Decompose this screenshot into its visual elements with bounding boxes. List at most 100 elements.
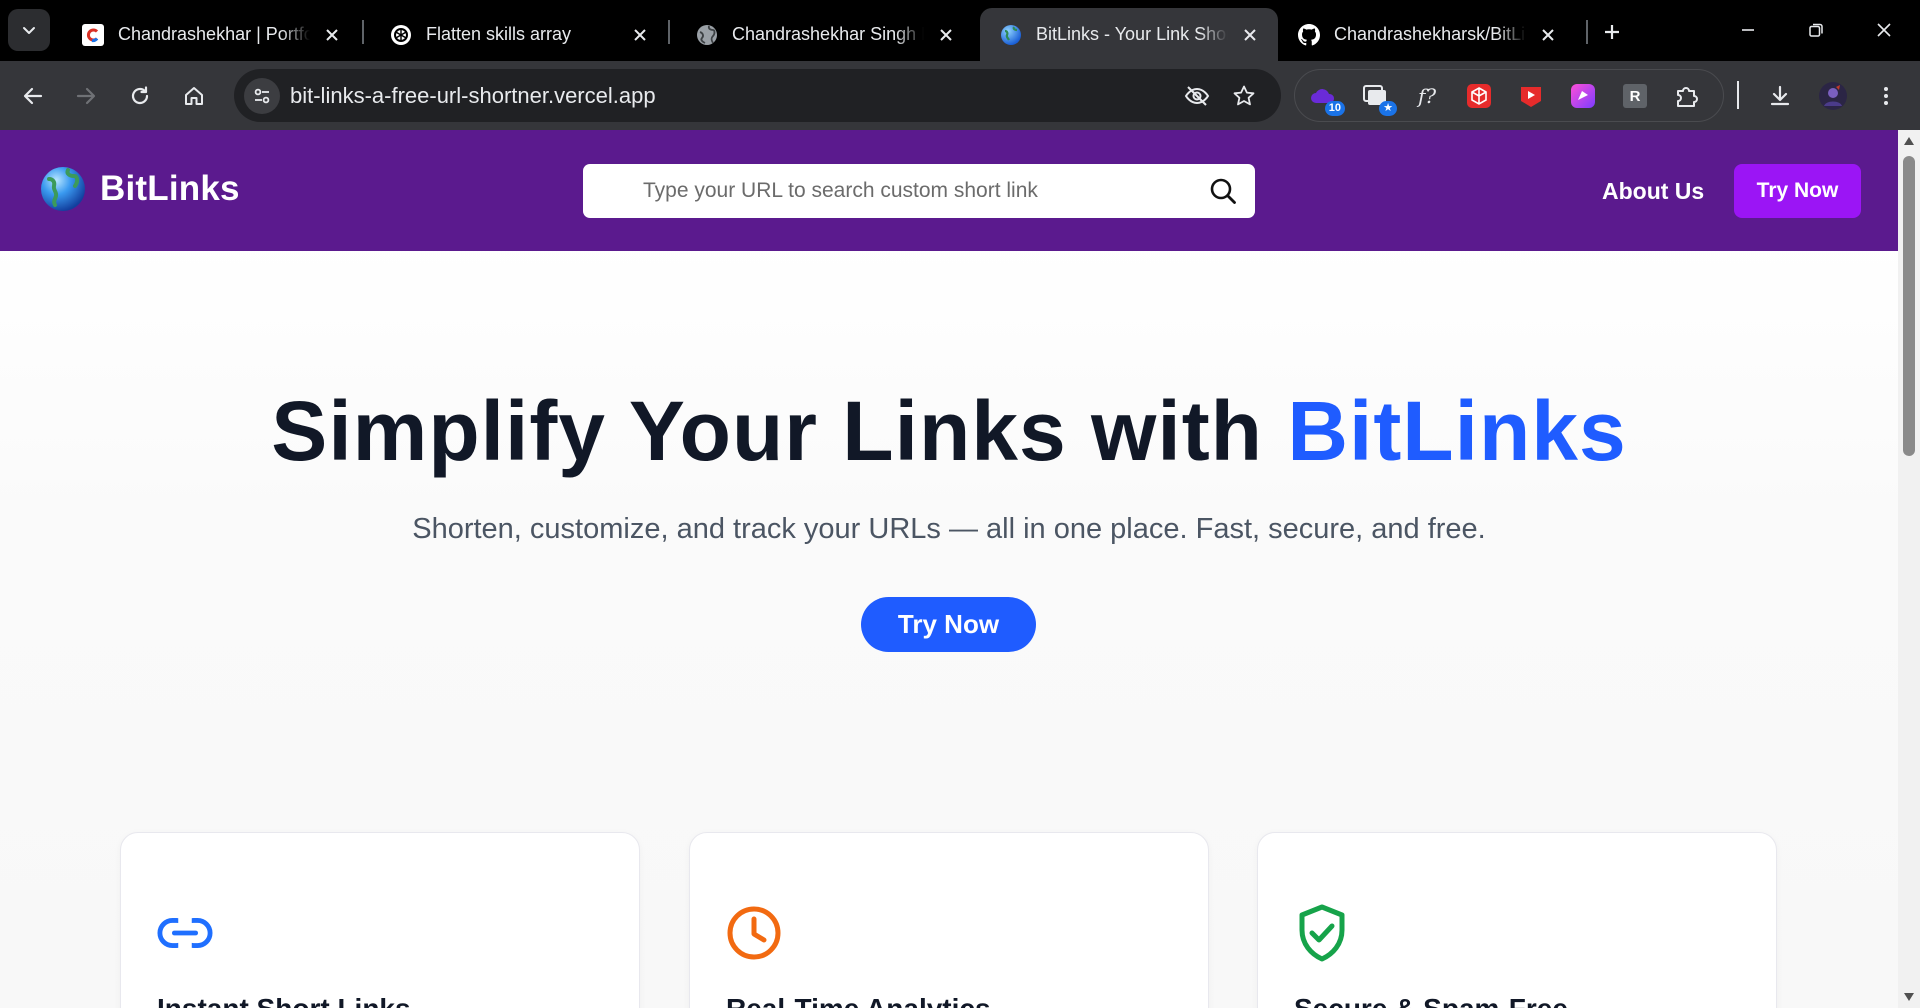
shield-check-icon xyxy=(1294,904,1350,962)
cloud-extension-icon[interactable]: 10 xyxy=(1309,82,1345,116)
close-icon xyxy=(940,28,952,41)
new-tab-button[interactable] xyxy=(1596,16,1628,48)
tab-close-button[interactable] xyxy=(1536,23,1560,47)
minimize-icon xyxy=(1742,29,1754,31)
play-extension-icon[interactable] xyxy=(1517,82,1545,110)
extension-badge: ★ xyxy=(1379,101,1397,116)
reload-icon xyxy=(131,86,149,105)
tab-github-bitlinks[interactable]: Chandrashekharsk/BitLinks xyxy=(1278,8,1576,61)
site-navbar: BitLinks About Us Try Now xyxy=(0,130,1898,251)
about-us-link[interactable]: About Us xyxy=(1602,178,1704,205)
more-vertical-icon xyxy=(1884,87,1888,105)
eye-off-icon xyxy=(1184,86,1210,106)
hero-title-main: Simplify Your Links with xyxy=(271,384,1288,478)
tab-close-button[interactable] xyxy=(628,23,652,47)
close-icon xyxy=(634,28,646,41)
close-icon xyxy=(326,28,338,41)
link-icon xyxy=(157,905,213,961)
tracking-protection-button[interactable] xyxy=(1182,81,1212,111)
tab-bitlinks[interactable]: BitLinks - Your Link Shortener xyxy=(980,8,1278,61)
cube-extension-icon[interactable] xyxy=(1465,82,1493,110)
chatgpt-icon xyxy=(390,24,412,46)
tab-title: Flatten skills array xyxy=(426,24,572,44)
chevron-down-icon xyxy=(23,27,35,34)
github-icon xyxy=(1298,23,1320,46)
short-link-search xyxy=(583,164,1255,218)
minimize-button[interactable] xyxy=(1728,12,1768,48)
tab-close-button[interactable] xyxy=(934,23,958,47)
feature-title: Secure & Spam-Free xyxy=(1294,993,1568,1008)
close-icon xyxy=(1244,28,1256,41)
plus-icon xyxy=(1605,25,1619,39)
tune-icon xyxy=(254,88,270,104)
site-info-button[interactable] xyxy=(244,78,280,114)
tab-title: Chandrashekhar | Portfolio xyxy=(118,24,310,44)
page-scrollbar[interactable] xyxy=(1898,130,1920,1008)
reload-button[interactable] xyxy=(120,76,160,116)
url-text[interactable]: bit-links-a-free-url-shortner.vercel.app xyxy=(290,83,656,109)
hero-title-accent: BitLinks xyxy=(1287,384,1627,478)
tab-divider xyxy=(1586,20,1588,44)
browser-toolbar: bit-links-a-free-url-shortner.vercel.app… xyxy=(0,61,1920,130)
browser-window: Chandrashekhar | Portfolio Flatten skill… xyxy=(0,0,1920,1008)
tab-close-button[interactable] xyxy=(320,23,344,47)
forward-button[interactable] xyxy=(66,76,106,116)
arrow-right-icon xyxy=(76,87,96,105)
hero-subtitle: Shorten, customize, and track your URLs … xyxy=(412,513,1486,545)
close-icon xyxy=(1542,28,1554,41)
feature-title: Instant Short Links xyxy=(157,993,411,1008)
tab-search-button[interactable] xyxy=(8,9,50,51)
tab-close-button[interactable] xyxy=(1238,23,1262,47)
tab-title: Chandrashekhar Singh Kushwah xyxy=(732,24,924,44)
search-icon[interactable] xyxy=(1209,177,1237,210)
r-extension-icon[interactable]: R xyxy=(1621,82,1649,110)
globe-blue-icon xyxy=(1000,24,1022,46)
tab-flatten-skills[interactable]: Flatten skills array xyxy=(370,8,668,61)
feature-card-analytics: Real-Time Analytics xyxy=(689,832,1209,1008)
nav-try-now-button[interactable]: Try Now xyxy=(1734,164,1861,218)
gradient-extension-icon[interactable] xyxy=(1569,82,1597,110)
brand-logo-link[interactable]: BitLinks xyxy=(40,166,240,212)
window-extension-icon[interactable]: ★ xyxy=(1361,82,1397,116)
hero-title: Simplify Your Links with BitLinks xyxy=(0,383,1898,480)
address-bar[interactable]: bit-links-a-free-url-shortner.vercel.app xyxy=(234,69,1281,122)
tab-portfolio[interactable]: Chandrashekhar | Portfolio xyxy=(62,8,360,61)
back-button[interactable] xyxy=(13,76,53,116)
hero-try-now-button[interactable]: Try Now xyxy=(861,597,1036,652)
arrow-left-icon xyxy=(23,87,43,105)
portfolio-c-icon xyxy=(82,23,104,46)
home-icon xyxy=(185,87,203,105)
brand-name: BitLinks xyxy=(100,169,240,208)
profile-button[interactable] xyxy=(1813,76,1853,116)
globe-icon xyxy=(696,24,718,46)
home-button[interactable] xyxy=(174,76,214,116)
puzzle-extension-icon[interactable] xyxy=(1673,82,1701,110)
tab-chandrashekhar[interactable]: Chandrashekhar Singh Kushwah xyxy=(676,8,974,61)
tab-strip: Chandrashekhar | Portfolio Flatten skill… xyxy=(0,0,1920,61)
browser-menu-button[interactable] xyxy=(1866,76,1906,116)
feature-card-secure: Secure & Spam-Free xyxy=(1257,832,1777,1008)
clock-icon xyxy=(726,905,782,961)
tab-divider xyxy=(362,20,364,44)
globe-logo-icon xyxy=(41,167,85,211)
download-icon xyxy=(1770,85,1790,106)
toolbar-divider xyxy=(1737,81,1739,109)
tab-title: BitLinks - Your Link Shortener xyxy=(1036,24,1228,44)
tab-title: Chandrashekharsk/BitLinks xyxy=(1334,24,1526,44)
short-link-search-input[interactable] xyxy=(583,164,1183,218)
restore-icon xyxy=(1809,23,1823,37)
scroll-down-arrow-icon[interactable] xyxy=(1903,992,1915,1002)
bookmark-button[interactable] xyxy=(1229,81,1259,111)
scroll-up-arrow-icon[interactable] xyxy=(1903,136,1915,146)
close-icon xyxy=(1877,23,1891,37)
downloads-button[interactable] xyxy=(1760,76,1800,116)
page-content: BitLinks About Us Try Now Simplify Your … xyxy=(0,130,1898,1008)
window-close-button[interactable] xyxy=(1864,12,1904,48)
star-icon xyxy=(1233,85,1255,106)
feature-card-short-links: Instant Short Links xyxy=(120,832,640,1008)
r-extension-label: R xyxy=(1623,84,1647,108)
font-extension-icon[interactable]: f? xyxy=(1413,82,1441,110)
scrollbar-thumb[interactable] xyxy=(1903,156,1915,456)
restore-button[interactable] xyxy=(1796,12,1836,48)
avatar xyxy=(1819,82,1847,110)
